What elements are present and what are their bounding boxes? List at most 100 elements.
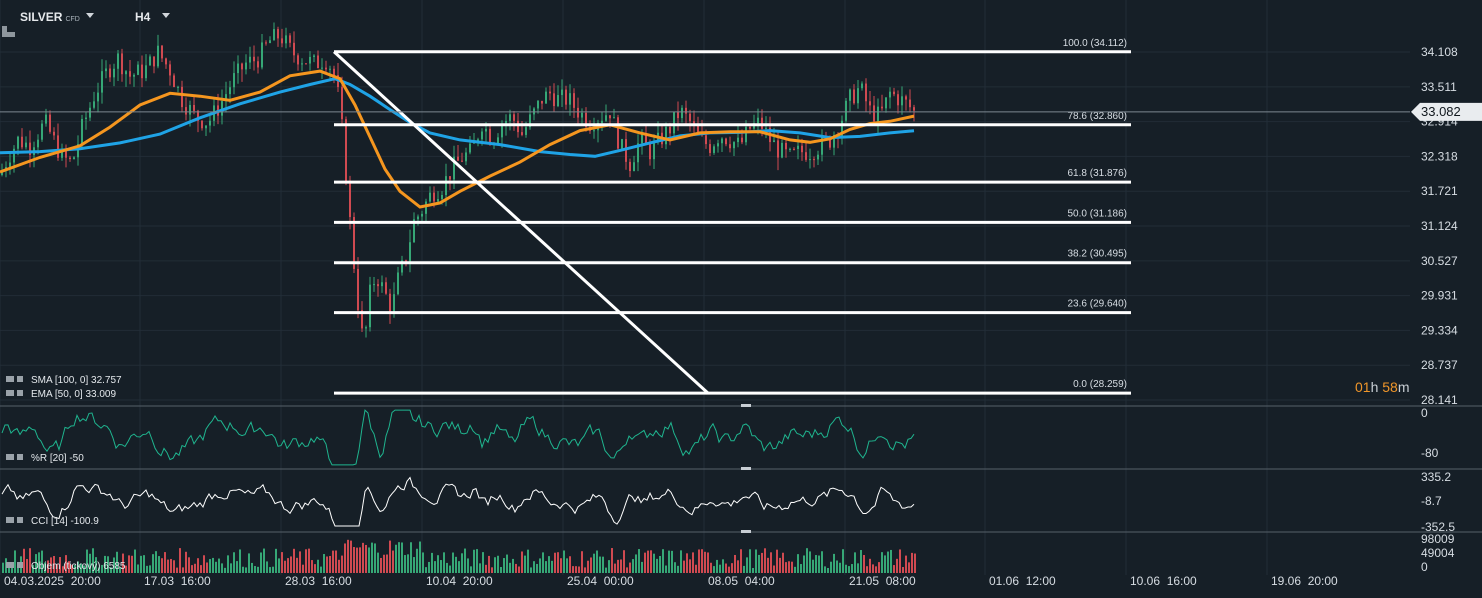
candle-body [777,140,779,158]
volume-bar [872,564,874,573]
fib-level-label: 78.6 (32.860) [1068,111,1128,122]
volume-bar [590,557,592,573]
resize-corner-icon[interactable] [2,26,15,37]
candle [693,110,695,134]
candle [377,279,379,297]
volume-bar [761,552,763,573]
candle [237,55,239,84]
volume-bar [866,566,868,573]
candle [653,134,655,170]
volume-bar [560,558,562,573]
candle-body [669,126,671,134]
candle-body [137,64,139,75]
volume-bar [350,540,352,573]
candle [41,120,43,142]
candle-body [805,152,807,160]
volume-bar [245,567,247,573]
candle-body [429,192,431,202]
volume-bar [710,562,712,573]
price-chart[interactable]: 100.0 (34.112) 78.6 (32.860) 61.8 (31.876)… [0,0,1482,598]
volume-bar [434,561,436,573]
volume-bar [296,557,298,573]
cci-legend[interactable]: CCI [14] -100.9 [6,516,99,527]
symbol-dropdown-icon[interactable] [86,13,94,18]
candle [113,63,115,87]
candle-body [649,143,651,160]
indicator-settings-icon[interactable] [6,561,28,569]
candle-body [561,89,563,96]
candle-body [877,106,879,122]
volume-legend[interactable]: Objem (tickový) 6585 [6,561,125,572]
volume-bar [140,555,142,573]
candle-body [565,89,567,105]
candle [329,65,331,79]
candle-body [557,95,559,107]
candle [621,138,623,149]
candle-body [357,268,359,311]
volume-bar [647,550,649,573]
candle [277,26,279,47]
candle-body [525,127,527,135]
candle [865,78,867,112]
volume-bar [410,542,412,573]
candle [729,136,731,153]
candle [325,60,327,73]
candle [861,81,863,91]
ema-legend[interactable]: EMA [50, 0] 33.009 [6,389,116,400]
candle-body [749,126,751,129]
candle-body [313,55,315,57]
candle-body [913,107,915,111]
volume-bar [314,564,316,573]
candle-body [365,327,367,329]
volume-bar [173,560,175,573]
williams-r-line [1,409,915,466]
volume-bar [347,539,349,573]
volume-bar [668,550,670,573]
volume-bar [632,559,634,573]
candle [117,50,119,82]
candle [121,48,123,82]
volume-bar [863,555,865,573]
candle-body [133,74,135,77]
sma-legend[interactable]: SMA [100, 0] 32.757 [6,375,122,386]
volume-bar [284,560,286,573]
volume-bar [746,557,748,573]
timeframe-label[interactable]: H4 [135,10,150,24]
volume-axis-label: 98009 [1421,532,1455,546]
volume-bar [158,556,160,573]
volume-bar [521,551,523,573]
indicator-settings-icon[interactable] [6,516,28,524]
candle-body [97,92,99,102]
candle-body [721,138,723,144]
candle [465,147,467,166]
volume-bar [518,566,520,573]
candle [245,54,247,75]
candle-body [869,101,871,106]
volume-bar [908,562,910,573]
volume-bar [599,556,601,573]
volume-bars [2,539,916,573]
indicator-settings-icon[interactable] [6,453,28,461]
symbol-label[interactable]: SILVER CFD [20,10,80,24]
candle [661,124,663,149]
candle-body [433,192,435,202]
candle [409,229,411,273]
candle-body [601,120,603,123]
volume-bar [638,549,640,573]
indicator-settings-icon[interactable] [6,375,28,383]
volume-bar [527,549,529,573]
candle [425,198,427,222]
volume-bar [2,562,4,573]
volume-bar [386,554,388,573]
candle-body [553,93,555,107]
time-axis-label: 01.06 12:00 [989,574,1056,588]
volume-bar [230,563,232,573]
indicator-settings-icon[interactable] [6,389,28,397]
candle [77,135,79,166]
williams-r-legend[interactable]: %R [20] -50 [6,453,84,464]
volume-bar [338,559,340,573]
candle [665,122,667,150]
timeframe-dropdown-icon[interactable] [162,13,170,18]
volume-bar [788,561,790,573]
candle [817,150,819,165]
